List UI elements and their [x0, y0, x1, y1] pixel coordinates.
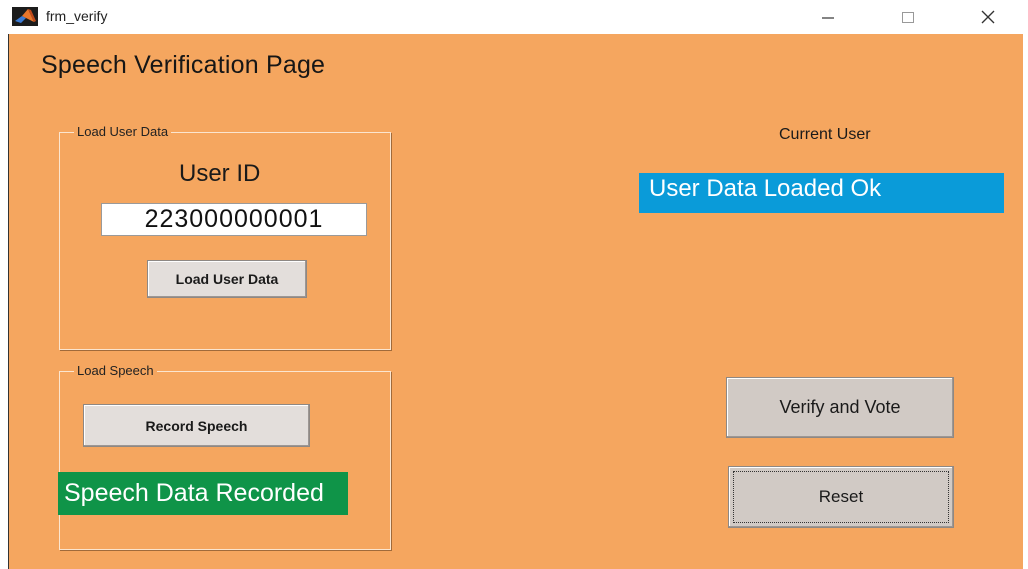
minimize-icon [822, 17, 834, 19]
user-id-label: User ID [179, 160, 261, 187]
app-window: frm_verify Speech Verification Page Load… [8, 0, 1023, 569]
close-icon [981, 10, 995, 24]
page-title: Speech Verification Page [41, 51, 326, 79]
close-button[interactable] [968, 4, 1008, 30]
reset-button[interactable]: Reset [728, 466, 954, 528]
speech-status-label: Speech Data Recorded [58, 472, 348, 515]
maximize-button[interactable] [888, 4, 928, 30]
focus-rectangle [733, 471, 949, 523]
load-speech-panel: Load Speech [59, 363, 391, 550]
form-client-area: Speech Verification Page Load User Data … [8, 34, 1023, 569]
load-speech-panel-title: Load Speech [74, 363, 157, 379]
minimize-button[interactable] [808, 4, 848, 30]
user-status-label: User Data Loaded Ok [639, 173, 1004, 213]
load-user-data-button[interactable]: Load User Data [147, 260, 307, 298]
record-speech-button[interactable]: Record Speech [83, 404, 310, 447]
title-bar[interactable]: frm_verify [8, 0, 1022, 34]
current-user-label: Current User [779, 126, 871, 143]
maximize-icon [902, 12, 914, 23]
load-user-data-panel-title: Load User Data [74, 124, 172, 140]
window-title: frm_verify [46, 8, 108, 24]
matlab-logo-icon [12, 7, 38, 26]
user-id-input[interactable] [101, 203, 367, 236]
verify-and-vote-button[interactable]: Verify and Vote [726, 377, 954, 438]
